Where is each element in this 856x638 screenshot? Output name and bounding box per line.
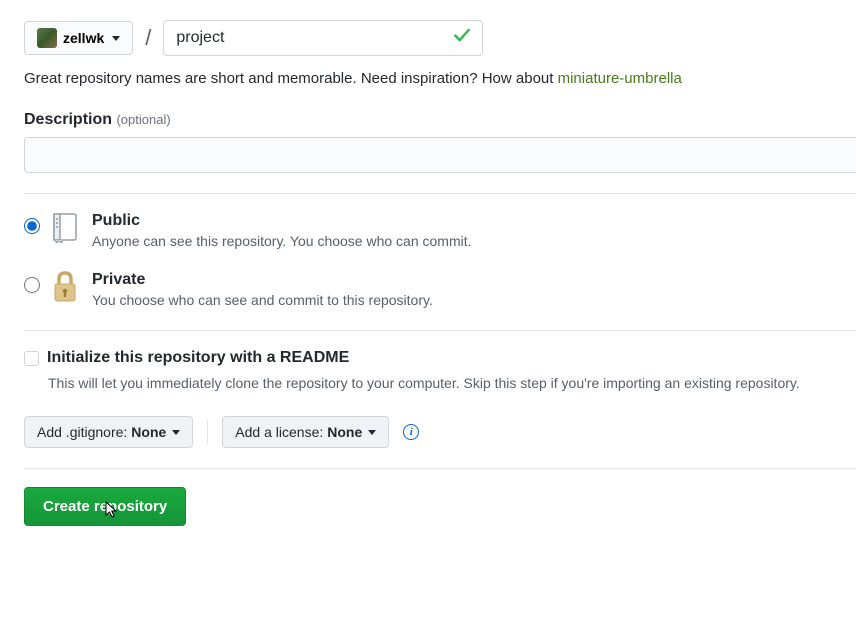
gitignore-dropdown[interactable]: Add .gitignore: None bbox=[24, 416, 193, 448]
name-suggestion-link[interactable]: miniature-umbrella bbox=[558, 70, 682, 87]
readme-checkbox[interactable] bbox=[24, 351, 39, 366]
license-dropdown[interactable]: Add a license: None bbox=[222, 416, 389, 448]
private-title: Private bbox=[92, 271, 433, 289]
info-icon[interactable]: i bbox=[403, 424, 419, 440]
optional-hint: (optional) bbox=[116, 112, 170, 127]
name-helper-text: Great repository names are short and mem… bbox=[24, 70, 856, 87]
readme-label: Initialize this repository with a README bbox=[47, 349, 349, 367]
caret-down-icon bbox=[112, 36, 120, 41]
vertical-separator bbox=[207, 420, 208, 444]
avatar bbox=[37, 28, 57, 48]
helper-prefix: Great repository names are short and mem… bbox=[24, 70, 558, 87]
create-repository-button[interactable]: Create repository bbox=[24, 487, 186, 526]
public-title: Public bbox=[92, 212, 472, 230]
public-desc: Anyone can see this repository. You choo… bbox=[92, 233, 472, 249]
private-desc: You choose who can see and commit to thi… bbox=[92, 292, 433, 308]
visibility-private-option[interactable]: Private You choose who can see and commi… bbox=[24, 271, 856, 308]
caret-down-icon bbox=[172, 430, 180, 435]
divider bbox=[24, 330, 856, 331]
repo-public-icon bbox=[50, 211, 82, 243]
repo-name-input[interactable] bbox=[163, 20, 483, 56]
owner-select[interactable]: zellwk bbox=[24, 21, 133, 55]
divider bbox=[24, 468, 856, 469]
visibility-public-option[interactable]: Public Anyone can see this repository. Y… bbox=[24, 212, 856, 249]
path-separator: / bbox=[145, 25, 151, 51]
description-label: Description (optional) bbox=[24, 111, 856, 129]
divider bbox=[24, 193, 856, 194]
readme-desc: This will let you immediately clone the … bbox=[48, 373, 856, 394]
check-icon bbox=[453, 26, 471, 50]
description-input[interactable] bbox=[24, 137, 856, 173]
owner-username: zellwk bbox=[63, 30, 104, 46]
private-radio[interactable] bbox=[24, 277, 40, 293]
lock-icon bbox=[50, 270, 82, 302]
caret-down-icon bbox=[368, 430, 376, 435]
public-radio[interactable] bbox=[24, 218, 40, 234]
